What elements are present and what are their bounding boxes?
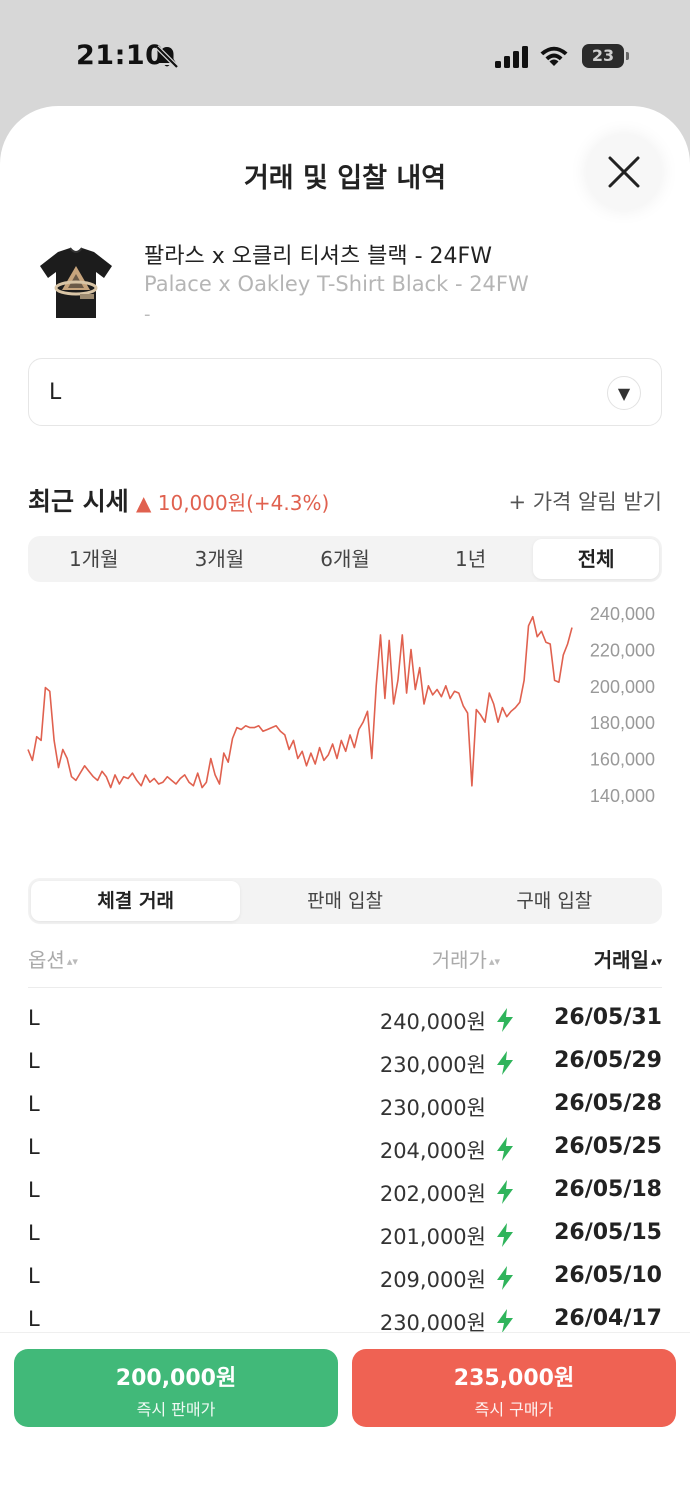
price-change: ▲ 10,000원(+4.3%)	[136, 491, 330, 515]
size-dropdown-value: L	[49, 380, 62, 405]
bell-slash-icon	[155, 45, 179, 69]
trade-history-sheet: 거래 및 입찰 내역 팔라스 x 오클리 티셔츠 블랙 - 24FW Palac…	[0, 106, 690, 1500]
cell-option: L	[28, 1221, 40, 1245]
cell-date: 26/05/15	[554, 1220, 662, 1245]
y-axis-tick-label: 180,000	[590, 713, 655, 733]
tab-buy-bids[interactable]: 구매 입찰	[450, 881, 659, 921]
lightning-bolt-icon	[497, 1266, 513, 1290]
table-row: L 202,000원 26/05/18	[28, 1176, 662, 1219]
cell-price: 230,000원	[379, 1053, 486, 1077]
table-row: L 240,000원 26/05/31	[28, 1004, 662, 1047]
cell-date: 26/05/18	[554, 1177, 662, 1202]
wifi-icon	[540, 46, 568, 66]
recent-price-title: 최근 시세	[28, 487, 129, 516]
cell-option: L	[28, 1135, 40, 1159]
period-tab-6-months[interactable]: 6개월	[282, 539, 408, 579]
cell-option: L	[28, 1264, 40, 1288]
cell-option: L	[28, 1178, 40, 1202]
product-name-korean: 팔라스 x 오클리 티셔츠 블랙 - 24FW	[144, 244, 492, 269]
y-axis-tick-label: 200,000	[590, 677, 655, 697]
tab-sell-bids[interactable]: 판매 입찰	[240, 881, 449, 921]
period-tab-1-year[interactable]: 1년	[408, 539, 534, 579]
column-header-price[interactable]: 거래가 ▴▾	[432, 944, 500, 973]
cell-price: 240,000원	[379, 1010, 486, 1034]
cell-option: L	[28, 1049, 40, 1073]
sort-icon: ▴▾	[650, 955, 662, 968]
y-axis-tick-label: 160,000	[590, 750, 655, 770]
product-image	[40, 247, 112, 318]
cell-option: L	[28, 1006, 40, 1030]
battery-indicator: 23	[582, 44, 630, 68]
lightning-bolt-icon	[497, 1051, 513, 1075]
table-row: L 230,000원 26/05/28	[28, 1090, 662, 1133]
table-row: L 204,000원 26/05/25	[28, 1133, 662, 1176]
close-button[interactable]	[586, 134, 662, 210]
cell-price: 202,000원	[379, 1182, 486, 1206]
period-tab-3-months[interactable]: 3개월	[157, 539, 283, 579]
lightning-bolt-icon	[497, 1137, 513, 1161]
instant-buy-button[interactable]: 235,000원 즉시 구매가	[352, 1349, 676, 1427]
cell-option: L	[28, 1092, 40, 1116]
period-tab-all[interactable]: 전체	[533, 539, 659, 579]
cell-date: 26/04/17	[554, 1306, 662, 1331]
cell-price: 204,000원	[379, 1139, 486, 1163]
sort-icon: ▴▾	[66, 955, 78, 968]
battery-level: 23	[582, 44, 624, 68]
cell-price: 201,000원	[379, 1225, 486, 1249]
lightning-bolt-icon	[497, 1008, 513, 1032]
size-dropdown[interactable]: L ▼	[28, 358, 662, 426]
column-header-price-label: 거래가	[431, 948, 487, 972]
trade-type-tabs: 체결 거래 판매 입찰 구매 입찰	[28, 878, 662, 924]
lightning-bolt-icon	[497, 1223, 513, 1247]
cell-date: 26/05/10	[554, 1263, 662, 1288]
instant-sell-label: 즉시 판매가	[136, 1400, 216, 1419]
cell-date: 26/05/29	[554, 1048, 662, 1073]
instant-buy-label: 즉시 구매가	[474, 1400, 554, 1419]
y-axis-tick-label: 140,000	[590, 786, 655, 804]
tab-completed-trades[interactable]: 체결 거래	[31, 881, 241, 921]
cell-option: L	[28, 1307, 40, 1331]
recent-price-header: 최근 시세 ▲ 10,000원(+4.3%) + 가격 알림 받기	[28, 482, 668, 518]
column-header-option[interactable]: 옵션 ▴▾	[28, 944, 78, 973]
close-icon	[608, 156, 640, 188]
trade-table-header: 옵션 ▴▾ 거래가 ▴▾ 거래일 ▴▾	[28, 944, 662, 988]
cell-date: 26/05/28	[554, 1091, 662, 1116]
table-row: L 201,000원 26/05/15	[28, 1219, 662, 1262]
price-chart: 240,000 220,000 200,000 180,000 160,000 140,0…	[27, 604, 655, 804]
battery-tip	[626, 52, 629, 60]
bottom-action-bar: 200,000원 즉시 판매가 235,000원 즉시 구매가	[0, 1332, 690, 1500]
lightning-bolt-icon	[497, 1309, 513, 1333]
cell-price: 209,000원	[379, 1268, 486, 1292]
product-name-english: Palace x Oakley T-Shirt Black - 24FW	[144, 272, 529, 296]
chevron-down-icon: ▼	[607, 376, 641, 410]
cell-price: 230,000원	[379, 1096, 486, 1120]
sort-icon: ▴▾	[488, 955, 500, 968]
status-time: 21:10	[76, 40, 165, 71]
table-row: L 209,000원 26/05/10	[28, 1262, 662, 1305]
price-line	[27, 615, 573, 789]
column-header-date[interactable]: 거래일 ▴▾	[594, 944, 662, 973]
price-alert-button[interactable]: + 가격 알림 받기	[508, 486, 662, 516]
period-tabs: 1개월 3개월 6개월 1년 전체	[28, 536, 662, 582]
y-axis-tick-label: 220,000	[590, 640, 655, 660]
instant-sell-button[interactable]: 200,000원 즉시 판매가	[14, 1349, 338, 1427]
lightning-bolt-icon	[497, 1180, 513, 1204]
instant-buy-price: 235,000원	[453, 1366, 575, 1391]
instant-sell-price: 200,000원	[115, 1366, 237, 1391]
product-summary: 팔라스 x 오클리 티셔츠 블랙 - 24FW Palace x Oakley …	[30, 230, 660, 325]
cell-date: 26/05/25	[554, 1134, 662, 1159]
status-bar: 21:10 23	[0, 0, 690, 108]
column-header-date-label: 거래일	[593, 948, 649, 972]
cellular-signal-icon	[495, 46, 528, 68]
trade-table-rows: L 240,000원 26/05/31 L 230,000원 26/05/29 L 230,0…	[28, 1004, 662, 1348]
product-subtext: -	[144, 304, 151, 325]
period-tab-1-month[interactable]: 1개월	[31, 539, 157, 579]
cell-date: 26/05/31	[554, 1005, 662, 1030]
table-row: L 230,000원 26/05/29	[28, 1047, 662, 1090]
y-axis-tick-label: 240,000	[590, 604, 655, 624]
column-header-option-label: 옵션	[28, 948, 65, 972]
